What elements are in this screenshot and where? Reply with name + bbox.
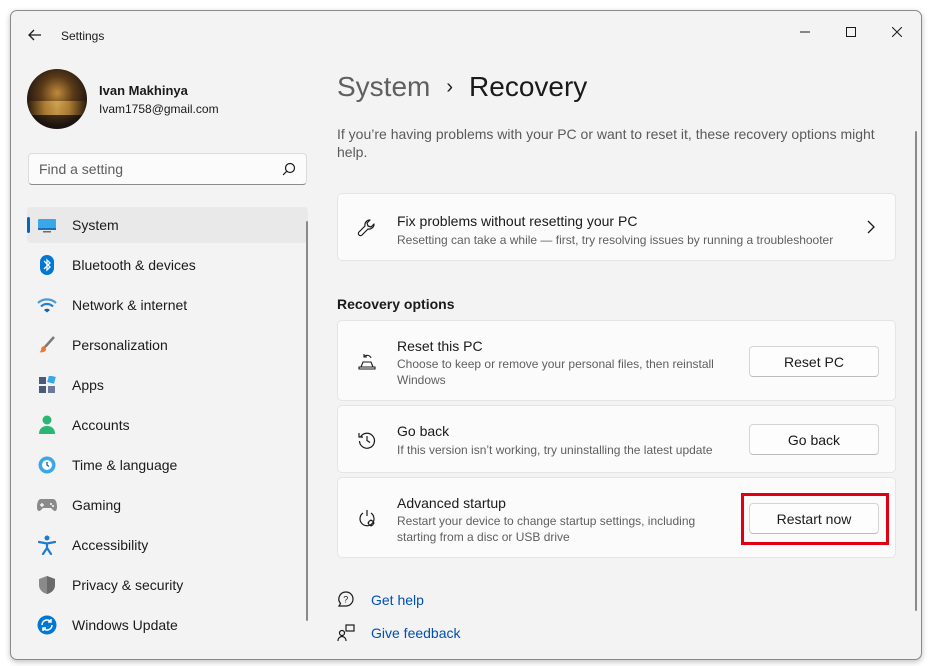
sidebar-item-network[interactable]: Network & internet [27, 287, 308, 323]
minimize-icon [800, 31, 810, 33]
get-help-label[interactable]: Get help [371, 592, 424, 608]
sidebar-item-label: Bluetooth & devices [72, 257, 196, 273]
sidebar-item-system[interactable]: System [27, 207, 308, 243]
system-icon [37, 215, 57, 235]
reset-pc-button[interactable]: Reset PC [749, 346, 879, 377]
close-icon [892, 27, 902, 37]
intro-text: If you’re having problems with your PC o… [337, 126, 875, 160]
breadcrumb: System › Recovery [337, 71, 587, 103]
wifi-icon [37, 295, 57, 315]
clock-globe-icon [37, 455, 57, 475]
main-scrollbar[interactable] [915, 131, 917, 611]
avatar [27, 69, 87, 129]
sidebar-item-time-language[interactable]: Time & language [27, 447, 308, 483]
apps-icon [37, 375, 57, 395]
minimize-button[interactable] [785, 19, 825, 45]
sidebar-item-label: Windows Update [72, 617, 178, 633]
back-button[interactable] [23, 23, 47, 47]
app-title: Settings [61, 29, 105, 43]
reset-pc-card: Reset this PC Choose to keep or remove y… [337, 320, 896, 401]
sidebar-item-label: Accessibility [72, 537, 149, 553]
advanced-startup-description: Restart your device to change startup se… [397, 514, 696, 544]
go-back-description: If this version isn’t working, try unins… [397, 443, 713, 457]
power-gear-icon [356, 508, 378, 530]
sidebar-item-label: Privacy & security [72, 577, 184, 593]
sidebar-item-windows-update[interactable]: Windows Update [27, 607, 308, 643]
search-input[interactable] [39, 154, 269, 184]
svg-text:?: ? [343, 595, 348, 605]
profile-name: Ivan Makhinya [99, 82, 188, 98]
search-icon[interactable] [282, 162, 296, 176]
shield-icon [37, 575, 57, 595]
help-icon: ? [337, 591, 355, 609]
give-feedback-link[interactable]: Give feedback [337, 624, 461, 642]
update-icon [37, 615, 57, 635]
breadcrumb-separator: › [446, 75, 454, 98]
feedback-icon [337, 624, 355, 642]
brush-icon [37, 335, 57, 355]
sidebar-item-bluetooth[interactable]: Bluetooth & devices [27, 247, 308, 283]
sidebar-scrollbar[interactable] [306, 221, 308, 621]
recovery-options-heading: Recovery options [337, 296, 455, 312]
sidebar-item-label: System [72, 217, 119, 233]
sidebar-item-label: Time & language [72, 457, 178, 473]
back-arrow-icon [28, 29, 41, 41]
maximize-icon [846, 27, 856, 37]
sidebar-item-label: Network & internet [72, 297, 188, 313]
fix-problems-title: Fix problems without resetting your PC [397, 213, 638, 229]
sidebar-item-label: Apps [72, 377, 104, 393]
go-back-card: Go back If this version isn’t working, t… [337, 405, 896, 473]
go-back-title: Go back [397, 423, 450, 439]
close-button[interactable] [877, 19, 917, 45]
history-icon [356, 429, 378, 451]
advanced-startup-title: Advanced startup [397, 495, 506, 511]
settings-window: Settings Ivan Makhinya Ivam1758@gmail.co… [10, 10, 922, 660]
sidebar-item-gaming[interactable]: Gaming [27, 487, 308, 523]
maximize-button[interactable] [831, 19, 871, 45]
wrench-icon [356, 217, 378, 239]
sidebar-item-label: Gaming [72, 497, 122, 513]
sidebar-item-privacy[interactable]: Privacy & security [27, 567, 308, 603]
sidebar-item-accounts[interactable]: Accounts [27, 407, 308, 443]
accessibility-icon [37, 535, 57, 555]
chevron-right-icon [867, 220, 875, 234]
reset-pc-icon [356, 351, 378, 373]
bluetooth-icon [37, 255, 57, 275]
sidebar-item-accessibility[interactable]: Accessibility [27, 527, 308, 563]
give-feedback-label[interactable]: Give feedback [371, 625, 461, 641]
get-help-link[interactable]: ? Get help [337, 591, 424, 609]
reset-pc-title: Reset this PC [397, 338, 483, 354]
fix-problems-description: Resetting can take a while — first, try … [397, 233, 834, 247]
gamepad-icon [37, 495, 57, 515]
sidebar-item-personalization[interactable]: Personalization [27, 327, 308, 363]
profile-email: Ivam1758@gmail.com [99, 101, 219, 116]
reset-pc-description: Choose to keep or remove your personal f… [397, 357, 714, 387]
go-back-button[interactable]: Go back [749, 424, 879, 455]
page-title: Recovery [469, 71, 588, 102]
fix-problems-card[interactable]: Fix problems without resetting your PC R… [337, 193, 896, 261]
breadcrumb-parent[interactable]: System [337, 71, 430, 103]
sidebar-item-label: Accounts [72, 417, 130, 433]
title-bar: Settings [11, 11, 921, 55]
search-box[interactable] [28, 153, 307, 185]
highlight-box [741, 493, 889, 545]
user-profile[interactable]: Ivan Makhinya Ivam1758@gmail.com [27, 67, 219, 131]
sidebar-item-apps[interactable]: Apps [27, 367, 308, 403]
sidebar-nav: System Bluetooth & devices Network & int… [27, 207, 308, 647]
person-icon [37, 415, 57, 435]
sidebar-item-label: Personalization [72, 337, 168, 353]
